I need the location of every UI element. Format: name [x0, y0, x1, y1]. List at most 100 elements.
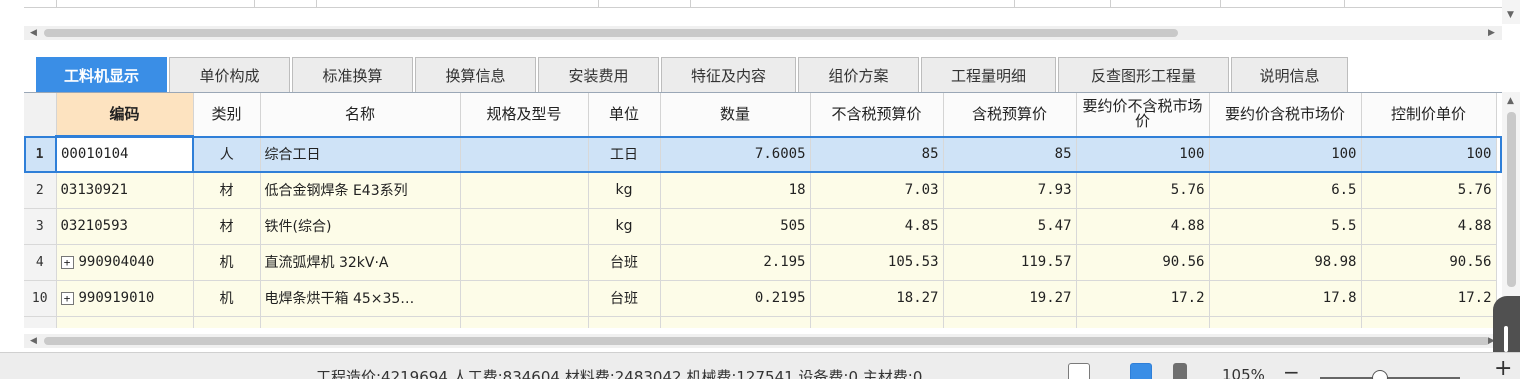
scrollbar-thumb[interactable]	[44, 337, 1490, 345]
cell-unit[interactable]: 台班	[588, 280, 661, 317]
cell-unit[interactable]: kg	[588, 172, 661, 209]
cell-control-price[interactable]: 100	[1361, 136, 1497, 173]
cell-control-price[interactable]: 90.56	[1361, 244, 1497, 281]
tab-features-content[interactable]: 特征及内容	[661, 57, 796, 92]
cell-spec[interactable]	[460, 244, 589, 281]
upper-vertical-scrollbar[interactable]: ▼	[1502, 0, 1520, 24]
scrollbar-thumb[interactable]	[44, 29, 1178, 37]
cell-name[interactable]: 电焊条烘干箱 45×35…	[260, 280, 461, 317]
cell-control-price[interactable]: 5.76	[1361, 172, 1497, 209]
zoom-slider-knob[interactable]	[1372, 370, 1388, 379]
cell-unit[interactable]: kg	[588, 208, 661, 245]
cell-budget-ex-tax[interactable]: 105.53	[810, 244, 944, 281]
column-header-budget-ex-tax[interactable]: 不含税预算价	[810, 93, 944, 137]
table-row[interactable]: 3 03210593 材 铁件(综合) kg 505 4.85 5.47 4.8…	[24, 208, 1497, 245]
cell-contract-ex-tax[interactable]	[1076, 316, 1210, 328]
cell-spec[interactable]	[460, 208, 589, 245]
cell-code[interactable]	[56, 316, 194, 328]
table-row[interactable]: 10 +990919010 机 电焊条烘干箱 45×35… 台班 0.2195 …	[24, 280, 1497, 317]
tab-quantity-details[interactable]: 工程量明细	[921, 57, 1056, 92]
tab-labor-material-machine[interactable]: 工料机显示	[36, 57, 167, 92]
cell-contract-ex-tax[interactable]: 5.76	[1076, 172, 1210, 209]
cell-control-price[interactable]: 17.2	[1361, 280, 1497, 317]
scroll-right-arrow-icon[interactable]: ▶	[1488, 26, 1495, 40]
row-number[interactable]: 1	[24, 136, 57, 173]
cell-unit[interactable]: 台班	[588, 244, 661, 281]
column-header-code[interactable]: 编码	[56, 93, 194, 137]
cell-contract-tax[interactable]: 98.98	[1209, 244, 1362, 281]
expand-icon[interactable]: +	[60, 255, 74, 269]
row-number[interactable]: 10	[24, 280, 57, 317]
cell-quantity[interactable]	[660, 316, 811, 328]
row-number[interactable]: 2	[24, 172, 57, 209]
tab-unit-price-composition[interactable]: 单价构成	[169, 57, 290, 92]
column-header-spec[interactable]: 规格及型号	[460, 93, 589, 137]
cell-control-price[interactable]	[1361, 316, 1497, 328]
column-header-control-price[interactable]: 控制价单价	[1361, 93, 1497, 137]
cell-control-price[interactable]: 4.88	[1361, 208, 1497, 245]
cell-budget-ex-tax[interactable]: 4.85	[810, 208, 944, 245]
cell-name[interactable]: 铁件(综合)	[260, 208, 461, 245]
cell-budget-tax[interactable]: 119.57	[943, 244, 1077, 281]
table-row[interactable]: 2 03130921 材 低合金钢焊条 E43系列 kg 18 7.03 7.9…	[24, 172, 1497, 209]
tab-pricing-scheme[interactable]: 组价方案	[798, 57, 919, 92]
grid-vertical-scrollbar[interactable]: ▲	[1502, 92, 1520, 328]
table-row-partial[interactable]	[24, 316, 1497, 328]
column-header-unit[interactable]: 单位	[588, 93, 661, 137]
cell-type[interactable]: 材	[193, 172, 261, 209]
cell-quantity[interactable]: 0.2195	[660, 280, 811, 317]
cell-quantity[interactable]: 7.6005	[660, 136, 811, 173]
column-header-quantity[interactable]: 数量	[660, 93, 811, 137]
cell-contract-tax[interactable]: 17.8	[1209, 280, 1362, 317]
cell-code[interactable]: 03210593	[56, 208, 194, 245]
scroll-down-arrow-icon[interactable]: ▼	[1507, 10, 1514, 20]
column-header-budget-tax[interactable]: 含税预算价	[943, 93, 1077, 137]
cell-contract-tax[interactable]: 100	[1209, 136, 1362, 173]
cell-budget-tax[interactable]: 19.27	[943, 280, 1077, 317]
table-row[interactable]: 4 +990904040 机 直流弧焊机 32kV·A 台班 2.195 105…	[24, 244, 1497, 281]
scroll-left-arrow-icon[interactable]: ◀	[30, 26, 37, 40]
cell-contract-ex-tax[interactable]: 17.2	[1076, 280, 1210, 317]
grid-view-icon[interactable]	[1130, 363, 1152, 379]
cell-spec[interactable]	[460, 280, 589, 317]
expand-icon[interactable]: +	[60, 291, 74, 305]
cell-budget-tax[interactable]: 7.93	[943, 172, 1077, 209]
column-header-contract-tax[interactable]: 要约价含税市场价	[1209, 93, 1362, 137]
cell-type[interactable]	[193, 316, 261, 328]
layout-toggle-icon[interactable]	[1068, 363, 1090, 379]
cell-unit[interactable]	[588, 316, 661, 328]
cell-contract-tax[interactable]	[1209, 316, 1362, 328]
cell-name[interactable]: 直流弧焊机 32kV·A	[260, 244, 461, 281]
row-number[interactable]: 4	[24, 244, 57, 281]
cell-budget-tax[interactable]: 85	[943, 136, 1077, 173]
scroll-left-arrow-icon[interactable]: ◀	[30, 334, 37, 348]
cell-budget-tax[interactable]	[943, 316, 1077, 328]
cell-code[interactable]: 00010104	[55, 135, 194, 173]
cell-quantity[interactable]: 18	[660, 172, 811, 209]
cell-budget-ex-tax[interactable]	[810, 316, 944, 328]
row-number[interactable]	[24, 316, 57, 328]
scrollbar-thumb[interactable]	[1507, 112, 1516, 287]
zoom-out-button[interactable]: −	[1283, 360, 1300, 379]
upper-horizontal-scrollbar[interactable]: ◀ ▶	[24, 26, 1502, 40]
cell-spec[interactable]	[460, 316, 589, 328]
cell-type[interactable]: 材	[193, 208, 261, 245]
scroll-up-arrow-icon[interactable]: ▲	[1507, 96, 1514, 106]
tab-installation-cost[interactable]: 安装费用	[538, 57, 659, 92]
tab-reverse-lookup-quantity[interactable]: 反查图形工程量	[1058, 57, 1229, 92]
grid-horizontal-scrollbar[interactable]: ◀ ▶	[24, 334, 1502, 348]
column-header-contract-ex-tax[interactable]: 要约价不含税市场价	[1076, 93, 1210, 137]
cell-code[interactable]: +990919010	[56, 280, 194, 317]
tab-conversion-info[interactable]: 换算信息	[415, 57, 536, 92]
zoom-in-button[interactable]: +	[1494, 356, 1512, 379]
cell-type[interactable]: 人	[193, 136, 261, 173]
column-header-name[interactable]: 名称	[260, 93, 461, 137]
cell-contract-ex-tax[interactable]: 90.56	[1076, 244, 1210, 281]
split-view-icon[interactable]	[1173, 363, 1187, 379]
table-row[interactable]: 1 00010104 人 综合工日 工日 7.6005 85 85 100 10…	[24, 135, 1497, 173]
row-number[interactable]: 3	[24, 208, 57, 245]
cell-spec[interactable]	[460, 172, 589, 209]
cell-quantity[interactable]: 2.195	[660, 244, 811, 281]
cell-budget-tax[interactable]: 5.47	[943, 208, 1077, 245]
cell-budget-ex-tax[interactable]: 7.03	[810, 172, 944, 209]
